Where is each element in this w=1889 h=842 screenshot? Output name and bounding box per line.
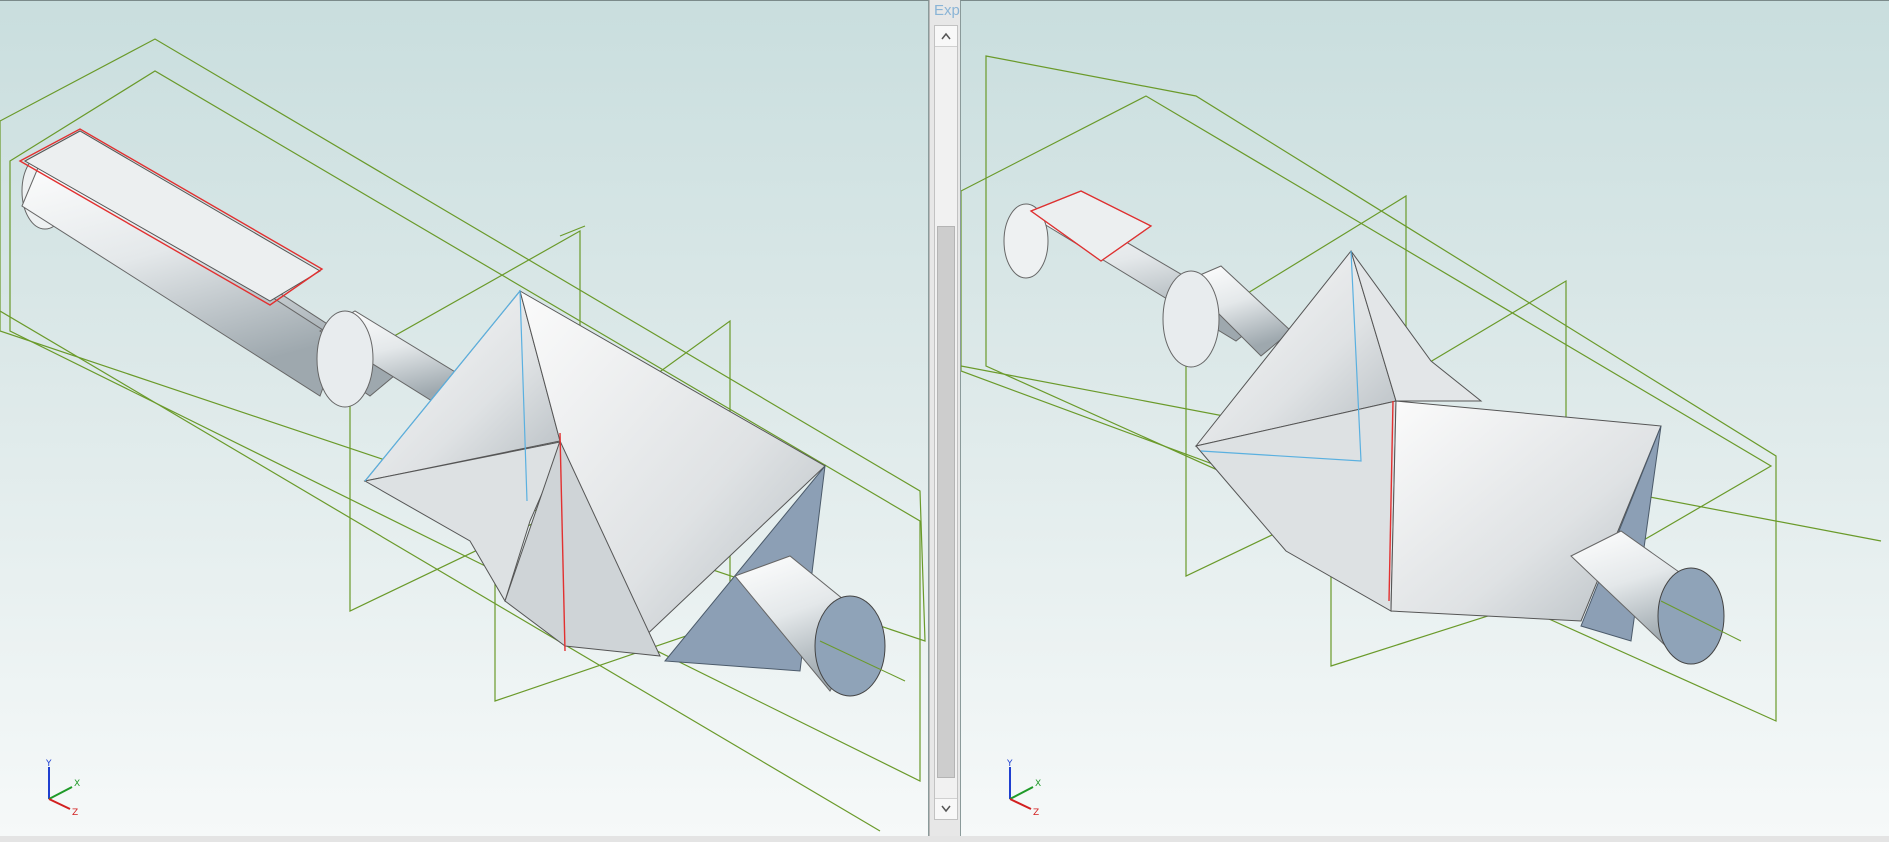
vertical-scrollbar[interactable] bbox=[934, 25, 958, 820]
axis-y-label: Y bbox=[1006, 759, 1013, 769]
axis-y-label: Y bbox=[45, 759, 52, 769]
scroll-thumb[interactable] bbox=[937, 226, 955, 778]
axis-z-left bbox=[48, 798, 71, 810]
model-right[interactable] bbox=[961, 1, 1889, 837]
viewport-left[interactable]: Y X Z bbox=[0, 0, 929, 837]
axis-triad-right: Y X Z bbox=[1006, 759, 1041, 817]
shank bbox=[1003, 190, 1292, 368]
scroll-down-button[interactable] bbox=[935, 798, 957, 819]
axis-x-right bbox=[1009, 786, 1034, 800]
panel-splitter[interactable]: Exp bbox=[929, 0, 961, 842]
axis-x-left bbox=[48, 786, 73, 800]
axis-x-label: X bbox=[1035, 779, 1041, 789]
status-strip bbox=[0, 836, 1889, 842]
viewport-right[interactable]: Y X Z bbox=[960, 0, 1889, 837]
chevron-down-icon bbox=[941, 805, 951, 813]
axis-z-right bbox=[1009, 798, 1032, 810]
model-left[interactable] bbox=[0, 1, 928, 837]
cutter-body bbox=[363, 289, 826, 672]
axis-triad-left: Y X Z bbox=[45, 759, 80, 817]
shank bbox=[18, 128, 471, 408]
scroll-up-button[interactable] bbox=[935, 26, 957, 47]
axis-z-label: Z bbox=[72, 808, 78, 817]
chevron-up-icon bbox=[941, 32, 951, 40]
explorer-label[interactable]: Exp bbox=[934, 2, 960, 19]
axis-z-label: Z bbox=[1033, 808, 1039, 817]
axis-x-label: X bbox=[74, 779, 80, 789]
